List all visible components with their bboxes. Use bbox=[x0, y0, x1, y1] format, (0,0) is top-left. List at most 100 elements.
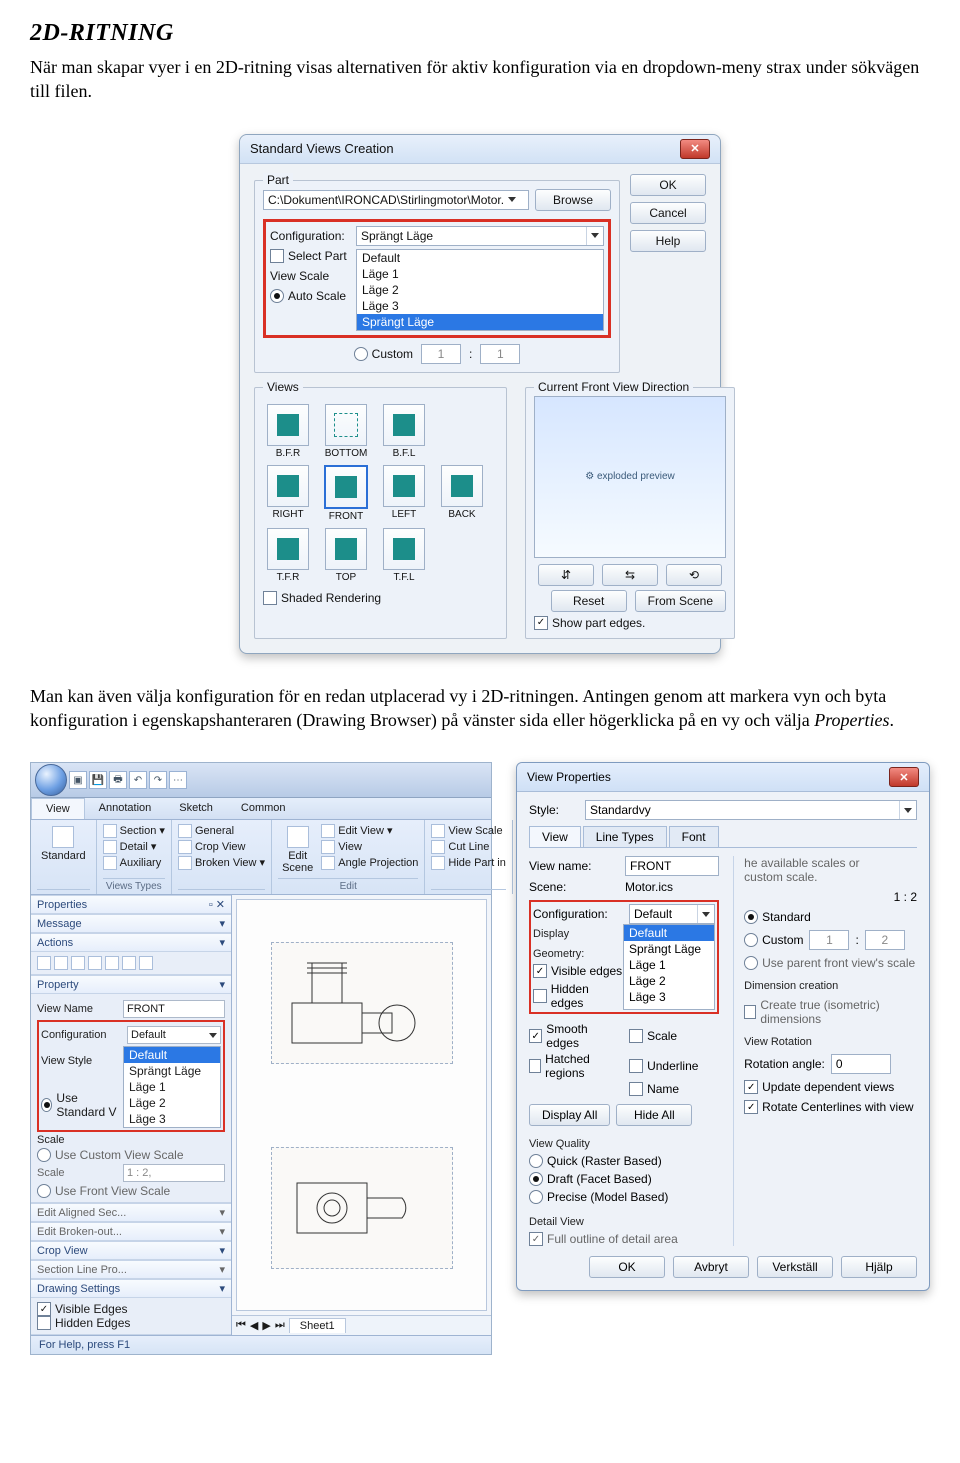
qat-undo-icon[interactable]: ↶ bbox=[129, 771, 147, 789]
chevron-down-icon[interactable] bbox=[508, 197, 516, 202]
drawing-settings[interactable]: Drawing Settings▾ bbox=[31, 1279, 231, 1298]
smooth-edges-checkbox[interactable]: ✓Smooth edges bbox=[529, 1022, 619, 1050]
qat-save-icon[interactable]: 💾 bbox=[89, 771, 107, 789]
chevron-down-icon[interactable] bbox=[586, 227, 603, 245]
angle-projection-button[interactable]: Angle Projection bbox=[321, 856, 418, 870]
scale-b-input[interactable]: 1 bbox=[480, 344, 520, 364]
nav-left-right-button[interactable]: ⇆ bbox=[602, 564, 658, 586]
view-name-input[interactable]: FRONT bbox=[123, 1000, 225, 1018]
tab-view[interactable]: View bbox=[31, 798, 85, 819]
view-scale-button[interactable]: View Scale bbox=[431, 824, 505, 838]
help-button[interactable]: Help bbox=[630, 230, 706, 252]
view-back[interactable]: BACK bbox=[437, 465, 487, 522]
cut-line-button[interactable]: Cut Line bbox=[431, 840, 505, 854]
edit-aligned-sec[interactable]: Edit Aligned Sec...▾ bbox=[31, 1203, 231, 1222]
standard-radio[interactable]: Standard bbox=[744, 910, 917, 924]
close-icon[interactable]: ✕ bbox=[680, 139, 710, 159]
sheet-nav-last[interactable]: ⏭ bbox=[275, 1319, 285, 1332]
hidden-edges-checkbox[interactable]: Hidden Edges bbox=[37, 1316, 225, 1330]
use-front-view-scale-radio[interactable]: Use Front View Scale bbox=[37, 1184, 225, 1198]
visible-edges-checkbox[interactable]: ✓Visible Edges bbox=[37, 1302, 225, 1316]
config-combo[interactable]: Default bbox=[127, 1026, 221, 1044]
auxiliary-button[interactable]: Auxiliary bbox=[103, 856, 165, 870]
qat-print-icon[interactable]: 🖶 bbox=[109, 771, 127, 789]
qat-more-icon[interactable]: ⋯ bbox=[169, 771, 187, 789]
section-line-pro[interactable]: Section Line Pro...▾ bbox=[31, 1260, 231, 1279]
name-checkbox[interactable]: Name bbox=[629, 1082, 719, 1096]
view-top[interactable]: TOP bbox=[321, 528, 371, 583]
tab-line-types[interactable]: Line Types bbox=[583, 826, 667, 847]
section-button[interactable]: Section ▾ bbox=[103, 824, 165, 838]
sheet-nav-first[interactable]: ⏮ bbox=[236, 1319, 246, 1332]
nav-rotate-button[interactable]: ⟲ bbox=[666, 564, 722, 586]
general-button[interactable]: General bbox=[178, 824, 265, 838]
crop-view-button[interactable]: Crop View bbox=[178, 840, 265, 854]
scale-b-input[interactable]: 2 bbox=[865, 930, 905, 950]
message-header[interactable]: Message▾ bbox=[31, 914, 231, 933]
update-dependent-checkbox[interactable]: ✓Update dependent views bbox=[744, 1080, 917, 1094]
tab-annotation[interactable]: Annotation bbox=[85, 798, 166, 819]
nav-up-down-button[interactable]: ⇵ bbox=[538, 564, 594, 586]
qat-redo-icon[interactable]: ↷ bbox=[149, 771, 167, 789]
broken-view-button[interactable]: Broken View ▾ bbox=[178, 856, 265, 870]
sheet-nav-prev[interactable]: ◀ bbox=[250, 1319, 258, 1332]
edit-view-button[interactable]: Edit View ▾ bbox=[321, 824, 418, 838]
display-all-button[interactable]: Display All bbox=[529, 1104, 610, 1126]
show-part-edges-checkbox[interactable]: ✓Show part edges. bbox=[534, 616, 726, 630]
select-part-checkbox[interactable]: Select Part bbox=[270, 249, 350, 263]
tab-common[interactable]: Common bbox=[227, 798, 300, 819]
style-combo[interactable]: Standardvy bbox=[585, 800, 917, 820]
rotation-angle-input[interactable]: 0 bbox=[831, 1054, 891, 1074]
tab-sketch[interactable]: Sketch bbox=[165, 798, 227, 819]
view-right[interactable]: RIGHT bbox=[263, 465, 313, 522]
rotate-centerlines-checkbox[interactable]: ✓Rotate Centerlines with view bbox=[744, 1100, 917, 1114]
use-custom-scale-radio[interactable]: Use Custom View Scale bbox=[37, 1148, 225, 1162]
configuration-listbox[interactable]: Default Sprängt Läge Läge 1 Läge 2 Läge … bbox=[623, 924, 715, 1010]
view-button[interactable]: View bbox=[321, 840, 418, 854]
reset-button[interactable]: Reset bbox=[551, 590, 627, 612]
actions-header[interactable]: Actions▾ bbox=[31, 933, 231, 952]
draft-radio[interactable]: Draft (Facet Based) bbox=[529, 1172, 719, 1186]
configuration-listbox[interactable]: Default Läge 1 Läge 2 Läge 3 Sprängt Läg… bbox=[356, 249, 604, 331]
underline-checkbox[interactable]: Underline bbox=[629, 1052, 719, 1080]
precise-radio[interactable]: Precise (Model Based) bbox=[529, 1190, 719, 1204]
detail-button[interactable]: Detail ▾ bbox=[103, 840, 165, 854]
sheet-tab-1[interactable]: Sheet1 bbox=[289, 1318, 346, 1333]
configuration-combo[interactable]: Default bbox=[629, 904, 715, 924]
top-view-drawing[interactable] bbox=[271, 1147, 453, 1269]
hidden-edges-checkbox[interactable]: Hidden edges bbox=[533, 982, 623, 1010]
browse-button[interactable]: Browse bbox=[535, 189, 611, 211]
part-path-input[interactable]: C:\Dokument\IRONCAD\Stirlingmotor\Motor. bbox=[263, 190, 529, 210]
hide-all-button[interactable]: Hide All bbox=[616, 1104, 692, 1126]
edit-scene-button[interactable]: Edit Scene bbox=[278, 824, 317, 876]
view-bfr[interactable]: B.F.R bbox=[263, 404, 313, 459]
standard-button[interactable]: Standard bbox=[37, 824, 90, 864]
avbryt-button[interactable]: Avbryt bbox=[673, 1256, 749, 1278]
custom-radio[interactable]: Custom bbox=[744, 933, 803, 947]
sheet-nav-next[interactable]: ▶ bbox=[262, 1319, 270, 1332]
ok-button[interactable]: OK bbox=[630, 174, 706, 196]
edit-broken-out[interactable]: Edit Broken-out...▾ bbox=[31, 1222, 231, 1241]
use-standard-radio[interactable]: Use Standard V bbox=[41, 1091, 123, 1119]
view-tfl[interactable]: T.F.L bbox=[379, 528, 429, 583]
config-listbox[interactable]: Default Sprängt Läge Läge 1 Läge 2 Läge … bbox=[123, 1046, 221, 1128]
front-view-drawing[interactable] bbox=[271, 942, 453, 1064]
close-icon[interactable]: ✕ bbox=[889, 767, 919, 787]
view-tfr[interactable]: T.F.R bbox=[263, 528, 313, 583]
property-header[interactable]: Property▾ bbox=[31, 975, 231, 994]
qat-open-icon[interactable]: ▣ bbox=[69, 771, 87, 789]
from-scene-button[interactable]: From Scene bbox=[635, 590, 726, 612]
tab-font[interactable]: Font bbox=[669, 826, 719, 847]
properties-header[interactable]: Properties▫ ✕ bbox=[31, 895, 231, 914]
view-name-input[interactable]: FRONT bbox=[625, 856, 719, 876]
shaded-rendering-checkbox[interactable]: Shaded Rendering bbox=[263, 591, 498, 605]
view-bfl[interactable]: B.F.L bbox=[379, 404, 429, 459]
hide-part-button[interactable]: Hide Part in bbox=[431, 856, 505, 870]
scale-a-input[interactable]: 1 bbox=[421, 344, 461, 364]
cancel-button[interactable]: Cancel bbox=[630, 202, 706, 224]
app-menu-orb[interactable] bbox=[35, 764, 67, 796]
scale-a-input[interactable]: 1 bbox=[809, 930, 849, 950]
scale-checkbox[interactable]: Scale bbox=[629, 1022, 719, 1050]
tab-view[interactable]: View bbox=[529, 826, 581, 847]
view-bottom[interactable]: BOTTOM bbox=[321, 404, 371, 459]
